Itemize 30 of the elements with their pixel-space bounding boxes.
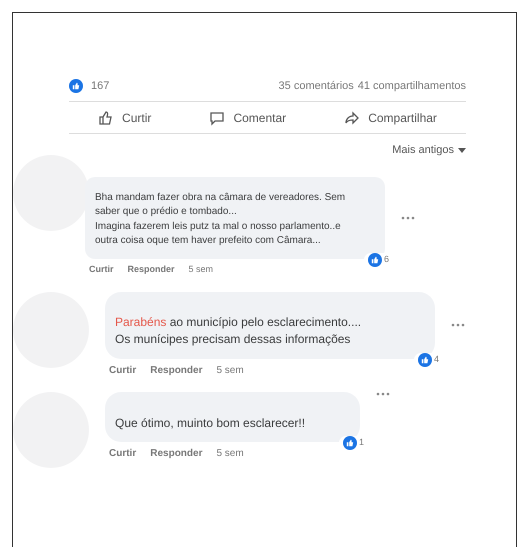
reply-link[interactable]: Responder <box>150 446 202 461</box>
comment-time: 5 sem <box>216 364 244 378</box>
share-button[interactable]: Compartilhar <box>336 106 445 128</box>
more-options-icon[interactable] <box>451 323 465 328</box>
caret-icon <box>458 148 466 153</box>
reply-link[interactable]: Responder <box>150 362 202 378</box>
share-arrow-icon <box>344 110 360 126</box>
like-link[interactable]: Curtir <box>109 446 136 461</box>
like-reaction-icon <box>342 436 357 450</box>
like-button[interactable]: Curtir <box>90 106 160 128</box>
comment-time: 5 sem <box>216 446 244 461</box>
comment-time: 5 sem <box>188 262 214 276</box>
share-count[interactable]: 41 compartilhamentos <box>358 78 466 94</box>
like-link[interactable]: Curtir <box>89 262 114 276</box>
like-reaction-icon <box>69 79 83 93</box>
reaction-count[interactable]: 167 <box>91 78 110 94</box>
comment-text: Que ótimo, muinto bom esclarecer!! <box>115 416 306 430</box>
reply-link[interactable]: Responder <box>128 262 175 276</box>
more-options-icon[interactable] <box>401 216 415 220</box>
comment-button[interactable]: Comentar <box>201 106 294 128</box>
like-reaction-icon <box>418 352 432 367</box>
sort-dropdown[interactable]: Mais antigos <box>392 142 466 158</box>
like-link[interactable]: Curtir <box>109 362 136 378</box>
speech-bubble-icon <box>209 110 226 126</box>
comment-count[interactable]: 35 comentários <box>278 78 354 94</box>
comment-text: Parabéns ao município pelo esclarecimento.... Os munícipes precisam dessas informações <box>115 315 362 346</box>
comment-text: Bha mandam fazer obra na câmara de vereadores. Sem saber que o prédio e tombado... Imagina fazerem leis putz ta mal o nosso parlamento..e outra coisa oque tem haver prefeito com Câmara... <box>95 192 346 246</box>
like-reaction-icon <box>368 252 382 266</box>
more-options-icon[interactable] <box>376 392 390 396</box>
thumbs-up-icon <box>98 110 114 126</box>
